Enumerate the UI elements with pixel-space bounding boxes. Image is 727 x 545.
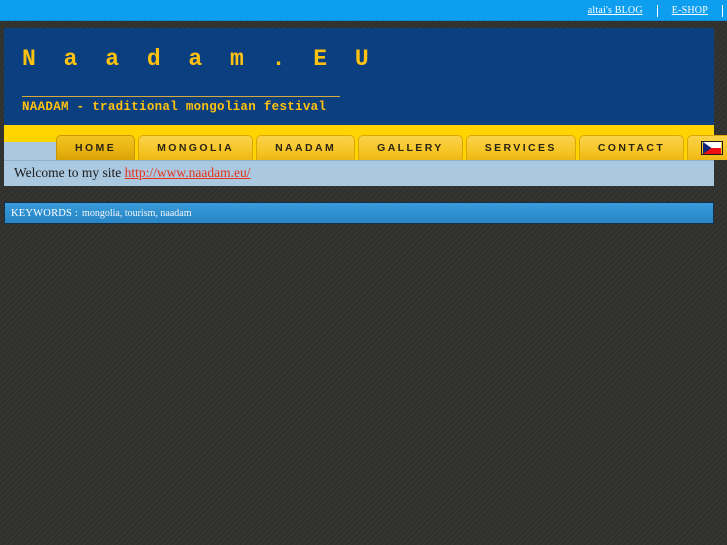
nav-tab-mongolia[interactable]: MONGOLIA xyxy=(138,135,254,160)
main-navigation: HOME MONGOLIA NAADAM GALLERY SERVICES CO… xyxy=(4,125,727,160)
topbar-link-blog[interactable]: altai's BLOG xyxy=(574,0,657,21)
keywords-values: mongolia, tourism, naadam xyxy=(82,207,192,219)
nav-tab-gallery-label: GALLERY xyxy=(377,142,444,154)
keywords-label: KEYWORDS : xyxy=(11,207,79,219)
topbar-link-eshop[interactable]: E-SHOP xyxy=(658,0,722,21)
nav-tab-contact[interactable]: CONTACT xyxy=(578,135,685,160)
nav-tab-naadam[interactable]: NAADAM xyxy=(256,135,356,160)
site-header: N a a d a m . E U NAADAM - traditional m… xyxy=(4,28,714,125)
site-tagline: NAADAM - traditional mongolian festival xyxy=(22,100,327,114)
top-utility-links: altai's BLOG E-SHOP xyxy=(574,0,723,21)
page-container: N a a d a m . E U NAADAM - traditional m… xyxy=(4,28,727,186)
nav-tab-language-czech[interactable] xyxy=(687,135,727,160)
topbar-separator-2 xyxy=(722,4,723,17)
czech-flag-icon xyxy=(701,141,724,155)
nav-tab-home-label: HOME xyxy=(75,142,117,154)
top-utility-bar: altai's BLOG E-SHOP xyxy=(0,0,727,21)
welcome-band: Welcome to my site http://www.naadam.eu/ xyxy=(4,160,714,186)
nav-tab-naadam-label: NAADAM xyxy=(275,142,337,154)
nav-tab-home[interactable]: HOME xyxy=(56,135,136,160)
nav-tab-services[interactable]: SERVICES xyxy=(465,135,576,160)
keywords-bar: KEYWORDS : mongolia, tourism, naadam xyxy=(4,202,714,224)
site-logo: N a a d a m . E U xyxy=(22,46,376,72)
welcome-message: Welcome to my site http://www.naadam.eu/ xyxy=(14,165,251,181)
nav-tab-services-label: SERVICES xyxy=(484,142,557,154)
logo-divider xyxy=(22,96,340,97)
welcome-message-text: Welcome to my site xyxy=(14,165,125,180)
nav-left-nub xyxy=(4,142,56,160)
nav-tab-list: HOME MONGOLIA NAADAM GALLERY SERVICES CO… xyxy=(4,125,727,160)
nav-tab-contact-label: CONTACT xyxy=(597,142,666,154)
nav-tab-mongolia-label: MONGOLIA xyxy=(157,142,235,154)
welcome-site-link[interactable]: http://www.naadam.eu/ xyxy=(125,165,251,180)
nav-tab-gallery[interactable]: GALLERY xyxy=(358,135,463,160)
